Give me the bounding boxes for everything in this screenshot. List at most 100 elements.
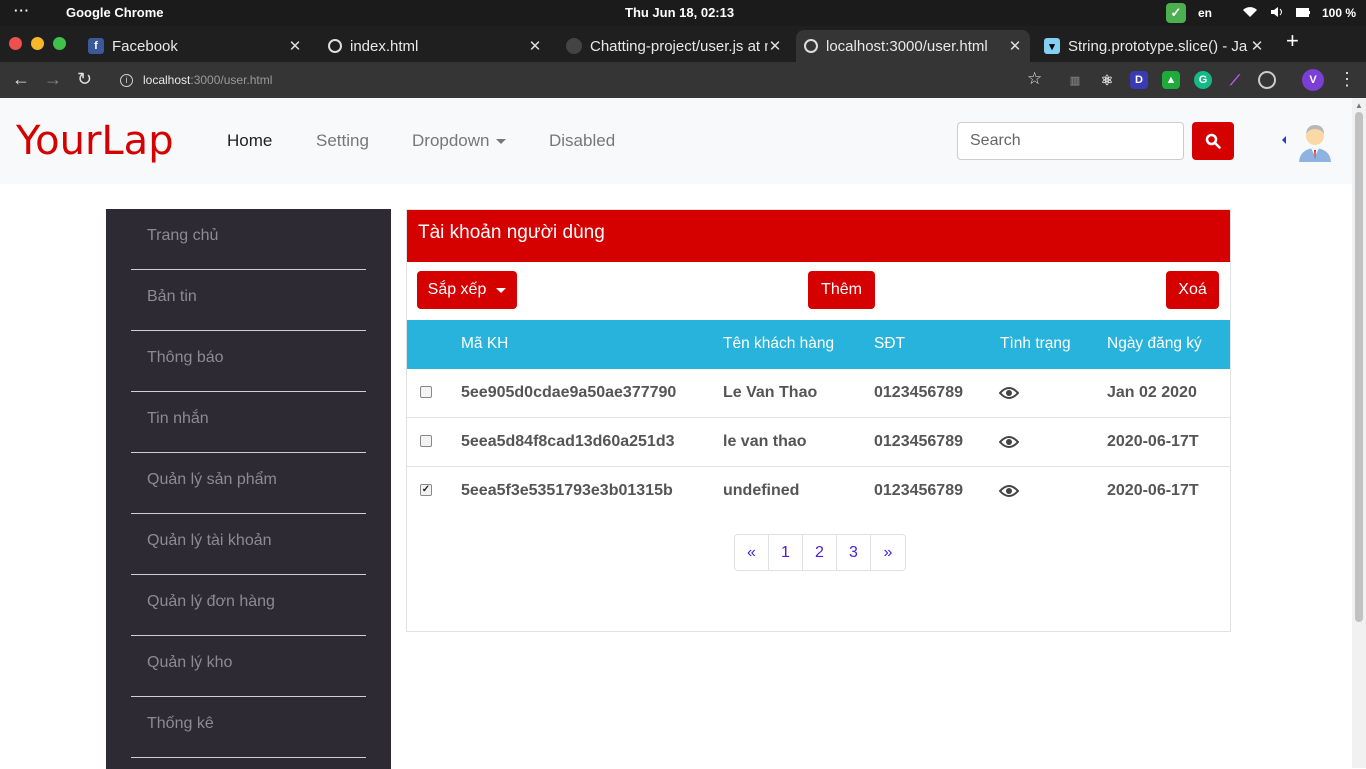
scrollbar-thumb[interactable] [1355, 112, 1363, 622]
close-window-button[interactable] [9, 37, 22, 50]
close-tab-icon[interactable]: ✕ [288, 37, 302, 55]
back-arrow-icon[interactable]: ← [12, 69, 30, 90]
sidebar-item-ban-tin[interactable]: Bản tin [131, 270, 366, 331]
wifi-icon[interactable] [1242, 6, 1258, 21]
grammarly-icon[interactable]: G [1194, 71, 1212, 89]
profile-avatar-icon[interactable]: V [1302, 69, 1324, 91]
column-header-status[interactable]: Tình trạng [1000, 335, 1071, 353]
column-header-date[interactable]: Ngày đăng ký [1107, 335, 1202, 353]
tab-facebook[interactable]: f Facebook ✕ [80, 30, 310, 62]
sidebar-item-label: Quản lý đơn hàng [147, 593, 275, 610]
reload-icon[interactable]: ↻ [77, 69, 92, 90]
tab-localhost-user-html[interactable]: localhost:3000/user.html ✕ [796, 30, 1030, 62]
eye-icon[interactable] [999, 386, 1019, 400]
browser-tab-strip: f Facebook ✕ index.html ✕ Chatting-proje… [0, 26, 1366, 80]
caret-left-icon[interactable] [1282, 136, 1286, 144]
new-tab-button[interactable]: + [1286, 28, 1299, 54]
brand-logo[interactable]: YourLap [16, 118, 174, 164]
row-checkbox[interactable] [420, 435, 432, 447]
cell-phone: 0123456789 [874, 433, 963, 450]
pagination-page-3[interactable]: 3 [837, 535, 871, 570]
address-bar[interactable]: i localhost :3000/user.html [108, 66, 1108, 94]
column-header-name[interactable]: Tên khách hàng [723, 335, 834, 353]
column-header-id[interactable]: Mã KH [461, 335, 508, 353]
barcode-extension-icon[interactable]: ▥ [1066, 71, 1084, 89]
sidebar-item-quan-ly-kho[interactable]: Quản lý kho [131, 636, 366, 697]
user-avatar-icon[interactable] [1296, 120, 1334, 162]
sort-dropdown-button[interactable]: Sắp xếp [417, 271, 517, 309]
battery-icon[interactable] [1295, 6, 1310, 20]
tab-title: Chatting-project/user.js at m [590, 37, 768, 55]
tab-index-html[interactable]: index.html ✕ [320, 30, 550, 62]
update-check-icon[interactable]: ✓ [1165, 3, 1186, 23]
search-icon [1205, 133, 1221, 149]
feather-extension-icon[interactable]: ⟋ [1226, 71, 1244, 89]
extension-d-icon[interactable]: D [1130, 71, 1148, 89]
close-tab-icon[interactable]: ✕ [768, 37, 782, 55]
system-tray: ✓ en 100 % [1165, 3, 1356, 23]
tab-title: String.prototype.slice() - Ja [1068, 37, 1248, 55]
cell-date: 2020-06-17T [1107, 433, 1199, 450]
sidebar-item-tin-nhan[interactable]: Tin nhắn [131, 392, 366, 453]
sidebar-item-label: Bản tin [147, 288, 197, 305]
pagination-previous[interactable]: « [735, 535, 769, 570]
nav-dropdown-toggle[interactable]: Dropdown [412, 131, 506, 151]
row-checkbox-checked[interactable]: ✓ [420, 484, 432, 496]
close-tab-icon[interactable]: ✕ [528, 37, 542, 55]
search-input[interactable] [957, 122, 1184, 160]
nav-setting-link[interactable]: Setting [316, 131, 369, 151]
forward-arrow-icon[interactable]: → [44, 69, 62, 90]
search-button[interactable] [1192, 122, 1234, 160]
close-tab-icon[interactable]: ✕ [1008, 37, 1022, 55]
volume-icon[interactable] [1270, 6, 1284, 21]
table-row: 5ee905d0cdae9a50ae377790 Le Van Thao 012… [407, 369, 1230, 418]
tab-mdn-string-slice[interactable]: ▾ String.prototype.slice() - Ja ✕ [1036, 30, 1272, 62]
sidebar-item-thong-bao[interactable]: Thông báo [131, 331, 366, 392]
sidebar-item-quan-ly-san-pham[interactable]: Quản lý sản phẩm [131, 453, 366, 514]
extension-a-icon[interactable]: ▲ [1162, 71, 1180, 89]
add-button[interactable]: Thêm [808, 271, 875, 309]
target-extension-icon[interactable] [1258, 71, 1276, 89]
pagination: « 1 2 3 » [734, 534, 906, 571]
maximize-window-button[interactable] [53, 37, 66, 50]
pagination-page-1[interactable]: 1 [769, 535, 803, 570]
sidebar-item-quan-ly-don-hang[interactable]: Quản lý đơn hàng [131, 575, 366, 636]
scroll-up-icon[interactable]: ▲ [1355, 101, 1363, 110]
table-row: 5eea5d84f8cad13d60a251d3 le van thao 012… [407, 418, 1230, 467]
chevron-down-icon [496, 287, 507, 293]
globe-icon [804, 39, 818, 53]
cell-id: 5eea5f3e5351793e3b01315b [461, 482, 673, 499]
close-tab-icon[interactable]: ✕ [1250, 37, 1264, 55]
column-header-phone[interactable]: SĐT [874, 335, 905, 353]
tab-github-user-js[interactable]: Chatting-project/user.js at m ✕ [558, 30, 790, 62]
sidebar-item-trang-chu[interactable]: Trang chủ [131, 209, 366, 270]
minimize-window-button[interactable] [31, 37, 44, 50]
cell-name: undefined [723, 482, 800, 499]
react-devtools-icon[interactable]: ⚛ [1098, 71, 1116, 89]
nav-home-link[interactable]: Home [227, 131, 272, 151]
page-scrollbar[interactable]: ▲ [1352, 98, 1366, 768]
activities-menu-icon[interactable]: ··· [14, 3, 30, 18]
sidebar-item-label: Trang chủ [147, 227, 219, 244]
github-icon [566, 38, 582, 54]
pagination-page-2[interactable]: 2 [803, 535, 837, 570]
pagination-next[interactable]: » [871, 535, 905, 570]
sidebar-menu: Trang chủ Bản tin Thông báo Tin nhắn Quả… [106, 209, 391, 769]
site-info-icon[interactable]: i [120, 73, 133, 87]
browser-menu-icon[interactable]: ⋮ [1338, 69, 1356, 90]
table-row: ✓ 5eea5f3e5351793e3b01315b undefined 012… [407, 467, 1230, 516]
cell-date: 2020-06-17T [1107, 482, 1199, 499]
active-app-name: Google Chrome [66, 5, 164, 20]
sidebar-item-quan-ly-tai-khoan[interactable]: Quản lý tài khoản [131, 514, 366, 575]
site-navbar: YourLap Home Setting Dropdown Disabled [0, 98, 1352, 184]
language-indicator[interactable]: en [1198, 6, 1212, 20]
system-clock[interactable]: Thu Jun 18, 02:13 [625, 5, 734, 20]
row-checkbox[interactable] [420, 386, 432, 398]
bookmark-star-icon[interactable]: ☆ [1027, 69, 1042, 89]
sidebar-item-label: Thông báo [147, 349, 224, 366]
delete-button[interactable]: Xoá [1166, 271, 1219, 309]
sidebar-item-thong-ke[interactable]: Thống kê [131, 697, 366, 758]
nav-disabled-link: Disabled [549, 131, 616, 150]
eye-icon[interactable] [999, 435, 1019, 449]
eye-icon[interactable] [999, 484, 1019, 498]
